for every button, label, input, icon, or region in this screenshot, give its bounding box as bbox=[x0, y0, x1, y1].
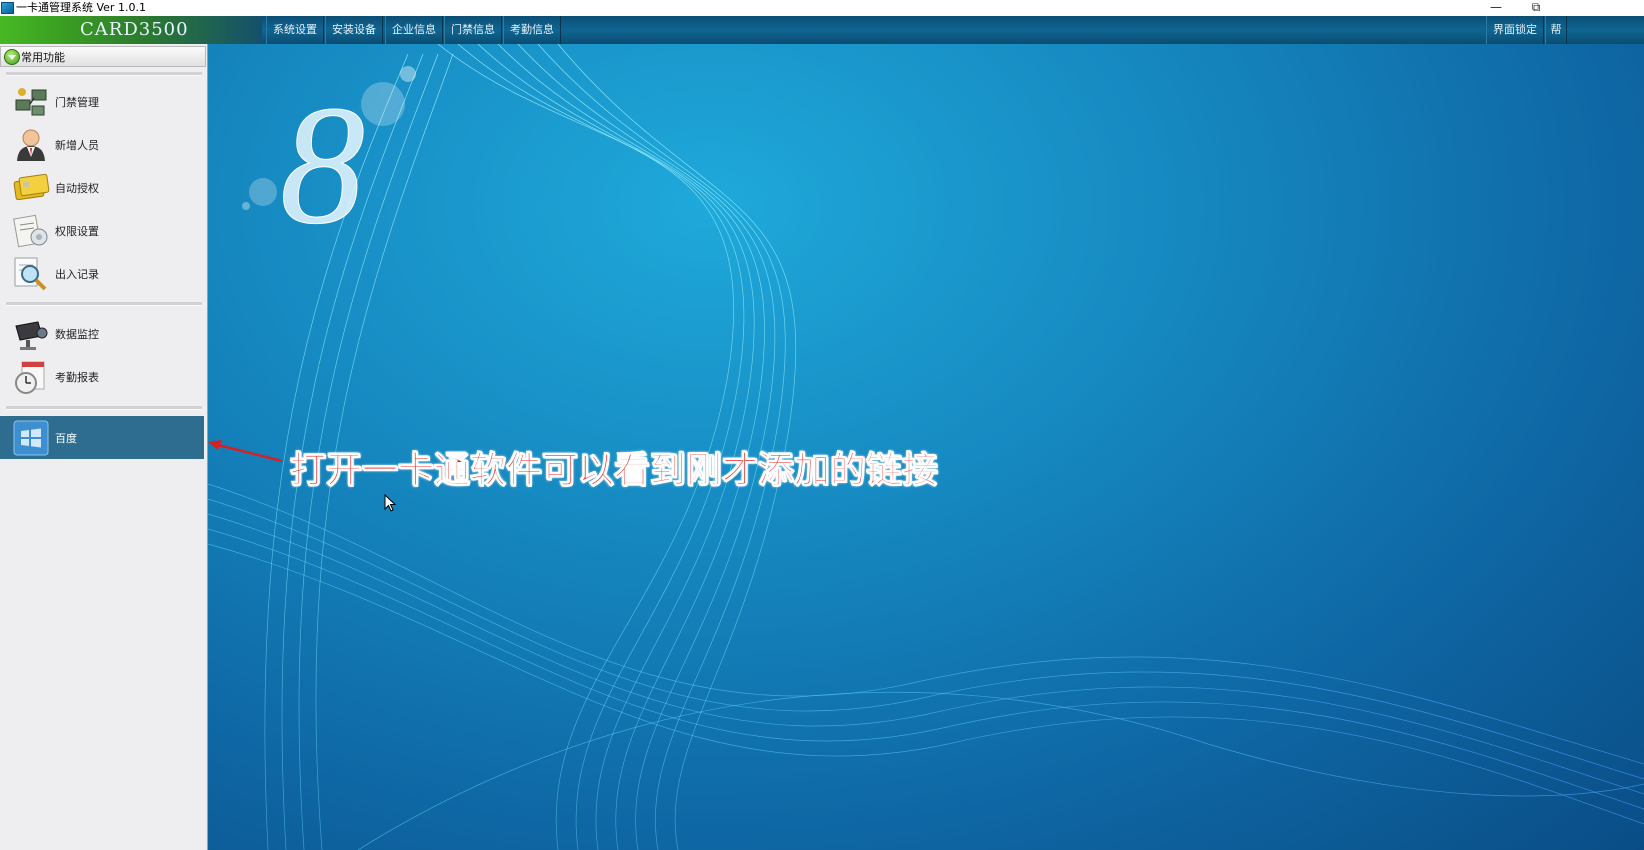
restore-button[interactable]: ⧉ bbox=[1518, 0, 1554, 16]
camera-icon bbox=[15, 321, 48, 350]
sidebar-item-label: 数据监控 bbox=[55, 328, 99, 341]
annotation-arrow bbox=[208, 440, 283, 463]
sidebar-header[interactable]: 常用功能 bbox=[0, 46, 206, 67]
sidebar-item-label: 自动授权 bbox=[55, 182, 99, 195]
main-content: 8 打开一卡通软件可以看到刚才添加的链接 bbox=[208, 44, 1644, 850]
sidebar-item-attendance-report[interactable]: 考勤报表 bbox=[0, 355, 204, 398]
mouse-cursor-icon bbox=[384, 494, 396, 512]
collapse-arrow-icon[interactable] bbox=[4, 49, 20, 65]
menu-install-device[interactable]: 安装设备 bbox=[325, 16, 383, 44]
menu-bar: CARD3500 系统设置 安装设备 企业信息 门禁信息 考勤信息 界面锁定 帮 bbox=[0, 16, 1644, 45]
menu-company-info[interactable]: 企业信息 bbox=[385, 16, 443, 44]
sidebar-header-label: 常用功能 bbox=[21, 51, 65, 64]
sidebar-item-access-control[interactable]: 门禁管理 bbox=[0, 80, 204, 123]
permission-icon bbox=[13, 214, 48, 248]
card-icon bbox=[13, 173, 50, 201]
record-search-icon bbox=[14, 257, 47, 291]
sidebar-item-label: 考勤报表 bbox=[55, 371, 99, 384]
brand-name: CARD3500 bbox=[80, 19, 189, 40]
window-title: 一卡通管理系统 Ver 1.0.1 bbox=[16, 1, 146, 14]
attendance-clock-icon bbox=[15, 361, 45, 394]
menu-system-settings[interactable]: 系统设置 bbox=[266, 16, 324, 44]
logo-digit: 8 bbox=[280, 71, 365, 259]
sidebar-divider bbox=[6, 406, 202, 410]
sidebar-item-label: 权限设置 bbox=[55, 225, 99, 238]
minimize-button[interactable]: — bbox=[1478, 0, 1514, 16]
sidebar-item-label: 新增人员 bbox=[55, 139, 99, 152]
menu-access-info[interactable]: 门禁信息 bbox=[444, 16, 502, 44]
brand-banner: CARD3500 bbox=[0, 16, 262, 44]
sidebar: 常用功能 门禁管理 新增人员 自动授权 权限设置 出入记录 数据监控 考勤报表 … bbox=[0, 44, 208, 850]
sidebar-item-label: 出入记录 bbox=[55, 268, 99, 281]
person-icon bbox=[17, 129, 45, 161]
title-bar: 一卡通管理系统 Ver 1.0.1 — ⧉ bbox=[0, 0, 1644, 16]
sidebar-item-permission-settings[interactable]: 权限设置 bbox=[0, 209, 204, 252]
sidebar-item-data-monitoring[interactable]: 数据监控 bbox=[0, 312, 204, 355]
sidebar-item-add-person[interactable]: 新增人员 bbox=[0, 123, 204, 166]
access-control-icon bbox=[15, 88, 47, 116]
menu-help[interactable]: 帮 bbox=[1545, 16, 1567, 44]
sidebar-item-auto-authorize[interactable]: 自动授权 bbox=[0, 166, 204, 209]
sidebar-divider bbox=[6, 302, 202, 306]
sidebar-divider bbox=[6, 72, 202, 76]
windows-icon bbox=[13, 420, 49, 456]
sidebar-item-access-records[interactable]: 出入记录 bbox=[0, 252, 204, 295]
app-icon bbox=[1, 2, 14, 14]
sidebar-item-label: 门禁管理 bbox=[55, 96, 99, 109]
menu-attendance-info[interactable]: 考勤信息 bbox=[503, 16, 561, 44]
sidebar-item-label: 百度 bbox=[55, 432, 77, 445]
tutorial-annotation: 打开一卡通软件可以看到刚才添加的链接 bbox=[289, 450, 939, 492]
sidebar-item-baidu[interactable]: 百度 bbox=[0, 416, 204, 459]
menu-lock-ui[interactable]: 界面锁定 bbox=[1486, 16, 1544, 44]
